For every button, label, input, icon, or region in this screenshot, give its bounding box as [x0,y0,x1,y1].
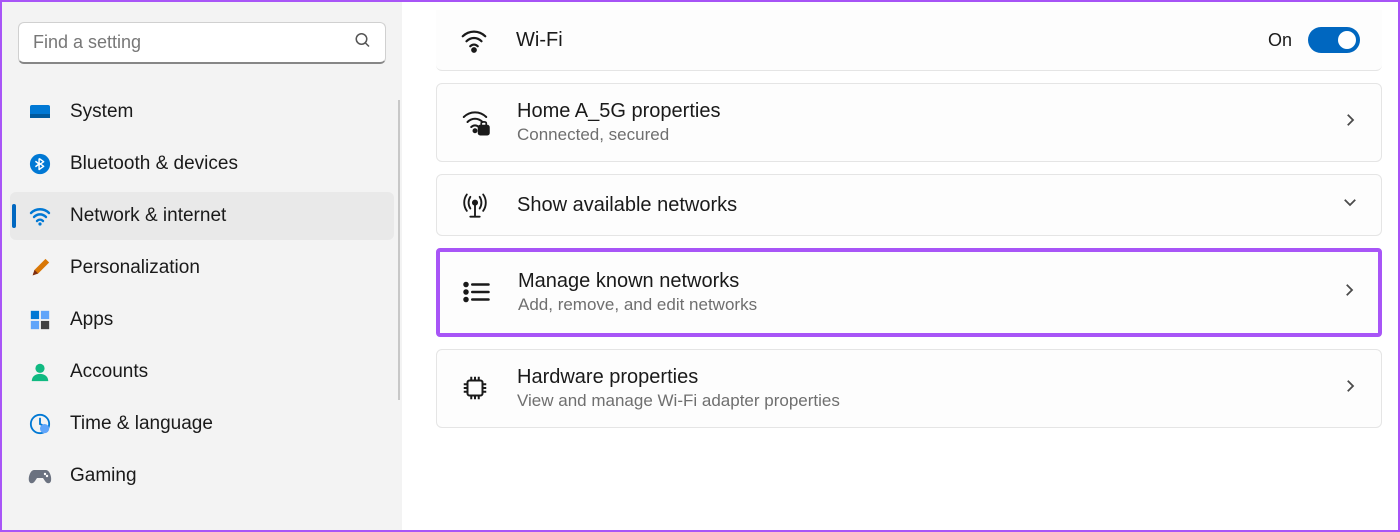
sidebar-item-network[interactable]: Network & internet [10,192,394,240]
antenna-icon [459,189,491,221]
sidebar-item-label: Personalization [70,257,200,279]
show-available-networks-card[interactable]: Show available networks [436,174,1382,236]
search-icon [354,32,372,55]
sidebar-item-accounts[interactable]: Accounts [10,348,394,396]
manage-subtitle: Add, remove, and edit networks [518,294,1314,317]
search-input[interactable] [18,22,386,64]
wifi-toggle-card[interactable]: Wi-Fi On [436,10,1382,71]
sidebar-scroll-indicator [396,100,402,530]
sidebar: System Bluetooth & devices Network & int… [2,2,402,530]
sidebar-item-label: Accounts [70,361,148,383]
wifi-state-label: On [1268,30,1292,51]
time-language-icon [28,412,52,436]
sidebar-item-bluetooth[interactable]: Bluetooth & devices [10,140,394,188]
list-icon [460,276,492,308]
chip-icon [459,372,491,404]
available-title: Show available networks [517,192,1315,218]
wifi-secure-icon [459,106,491,138]
manage-title: Manage known networks [518,268,1314,294]
search-field-wrap [18,22,386,64]
chevron-right-icon [1341,377,1359,400]
hardware-title: Hardware properties [517,364,1315,390]
wifi-title: Wi-Fi [516,27,1242,53]
sidebar-item-apps[interactable]: Apps [10,296,394,344]
connection-properties-card[interactable]: Home A_5G properties Connected, secured [436,83,1382,162]
hardware-subtitle: View and manage Wi-Fi adapter properties [517,390,1315,413]
system-icon [28,100,52,124]
connection-subtitle: Connected, secured [517,124,1315,147]
bluetooth-icon [28,152,52,176]
accounts-icon [28,360,52,384]
connection-title: Home A_5G properties [517,98,1315,124]
network-icon [28,204,52,228]
sidebar-item-label: Bluetooth & devices [70,153,238,175]
sidebar-item-label: Time & language [70,413,213,435]
sidebar-item-time-language[interactable]: Time & language [10,400,394,448]
gaming-icon [28,464,52,488]
manage-known-networks-card[interactable]: Manage known networks Add, remove, and e… [436,248,1382,337]
sidebar-item-label: System [70,101,133,123]
main-content: Wi-Fi On Home A_5G properties Connected,… [402,2,1398,530]
sidebar-item-label: Apps [70,309,113,331]
wifi-toggle[interactable] [1308,27,1360,53]
hardware-properties-card[interactable]: Hardware properties View and manage Wi-F… [436,349,1382,428]
personalization-icon [28,256,52,280]
sidebar-item-label: Network & internet [70,205,226,227]
sidebar-item-label: Gaming [70,465,137,487]
chevron-down-icon [1341,193,1359,216]
apps-icon [28,308,52,332]
sidebar-item-system[interactable]: System [10,88,394,136]
chevron-right-icon [1341,111,1359,134]
wifi-icon [458,24,490,56]
chevron-right-icon [1340,281,1358,304]
sidebar-item-personalization[interactable]: Personalization [10,244,394,292]
sidebar-item-gaming[interactable]: Gaming [10,452,394,500]
